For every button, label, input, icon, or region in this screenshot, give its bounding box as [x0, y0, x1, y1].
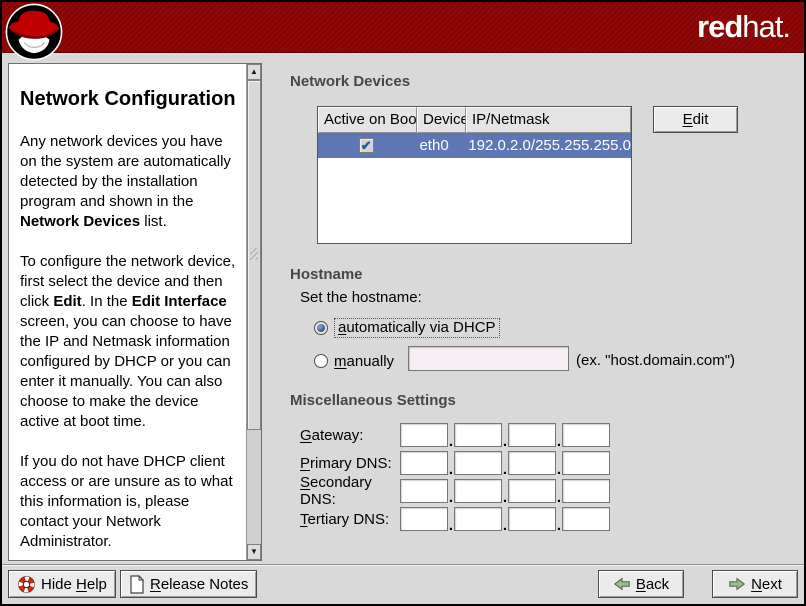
auto-dhcp-label[interactable]: automatically via DHCP: [334, 318, 500, 338]
edit-button-label: Edit: [683, 111, 709, 128]
help-title: Network Configuration: [20, 86, 237, 112]
document-icon: [129, 575, 145, 594]
scrollbar-up-arrow-icon[interactable]: ▲: [247, 64, 261, 80]
release-notes-button[interactable]: Release Notes: [120, 570, 257, 598]
table-row-eth0[interactable]: ✔ eth0 192.0.2.0/255.255.255.0: [318, 133, 631, 158]
primary-dns-octet-1[interactable]: [400, 451, 448, 475]
footer-separator: [2, 564, 804, 566]
next-label: Next: [751, 576, 782, 593]
help-text: Network Configuration Any network device…: [20, 76, 237, 559]
hostname-title: Hostname: [290, 266, 363, 283]
tertiary-dns-label: Tertiary DNS:: [300, 511, 400, 528]
next-arrow-icon: [728, 576, 746, 592]
tertiary-dns-octet-3[interactable]: [508, 507, 556, 531]
tertiary-dns-octet-1[interactable]: [400, 507, 448, 531]
radio-auto-dhcp[interactable]: [314, 321, 328, 335]
secondary-dns-octet-2[interactable]: [454, 479, 502, 503]
hostname-example-hint: (ex. "host.domain.com"): [576, 352, 735, 369]
installer-window: redhat. Network Configuration Any networ…: [0, 0, 806, 606]
back-label: Back: [636, 576, 669, 593]
redhat-shadowman-logo-icon: [5, 2, 63, 62]
secondary-dns-label: Secondary DNS:: [300, 474, 400, 508]
secondary-dns-octet-4[interactable]: [562, 479, 610, 503]
edit-button[interactable]: Edit: [653, 106, 738, 133]
primary-dns-row: Primary DNS: . . .: [300, 451, 610, 475]
secondary-dns-octet-1[interactable]: [400, 479, 448, 503]
gateway-row: Gateway: . . .: [300, 423, 610, 447]
help-paragraph: To configure the network device, first s…: [20, 252, 237, 432]
column-header-ip-netmask[interactable]: IP/Netmask: [466, 107, 631, 133]
wordmark-bold: red: [697, 9, 742, 44]
back-arrow-icon: [613, 576, 631, 592]
back-button[interactable]: Back: [598, 570, 684, 598]
device-cell: eth0: [414, 137, 462, 154]
hostname-input[interactable]: [408, 346, 569, 371]
scrollbar-grip-icon: [250, 248, 258, 260]
primary-dns-label: Primary DNS:: [300, 455, 400, 472]
release-notes-label: Release Notes: [150, 576, 248, 593]
primary-dns-octet-2[interactable]: [454, 451, 502, 475]
help-paragraph: Any network devices you have on the syst…: [20, 132, 237, 232]
active-on-boot-checkbox[interactable]: ✔: [359, 138, 374, 153]
radio-manual[interactable]: [314, 354, 328, 368]
scrollbar-down-arrow-icon[interactable]: ▼: [247, 544, 261, 560]
network-devices-title: Network Devices: [290, 73, 410, 90]
help-scrollbar[interactable]: ▲ ▼: [246, 64, 261, 560]
hostname-auto-option[interactable]: automatically via DHCP: [314, 318, 500, 338]
wordmark-thin: hat.: [742, 9, 790, 44]
redhat-wordmark: redhat.: [697, 9, 790, 45]
help-paragraph: If you do not have DHCP client access or…: [20, 452, 237, 552]
lifesaver-icon: [17, 575, 36, 594]
tertiary-dns-row: Tertiary DNS: . . .: [300, 507, 610, 531]
gateway-octet-1[interactable]: [400, 423, 448, 447]
gateway-octet-2[interactable]: [454, 423, 502, 447]
secondary-dns-row: Secondary DNS: . . .: [300, 479, 610, 503]
misc-settings-title: Miscellaneous Settings: [290, 392, 456, 409]
table-header-row: Active on Boot Device IP/Netmask: [318, 107, 631, 133]
scrollbar-thumb[interactable]: [247, 80, 261, 430]
hostname-manual-option[interactable]: manually: [314, 351, 394, 371]
active-on-boot-cell: ✔: [318, 138, 414, 153]
secondary-dns-octet-3[interactable]: [508, 479, 556, 503]
hide-help-button[interactable]: Hide Help: [8, 570, 116, 598]
gateway-label: Gateway:: [300, 427, 400, 444]
gateway-octet-4[interactable]: [562, 423, 610, 447]
help-panel: Network Configuration Any network device…: [8, 63, 262, 561]
help-paragraphs: Any network devices you have on the syst…: [20, 132, 237, 552]
checkmark-icon: ✔: [361, 139, 372, 152]
ip-netmask-cell: 192.0.2.0/255.255.255.0: [462, 137, 631, 154]
primary-dns-octet-4[interactable]: [562, 451, 610, 475]
header-bar: redhat.: [2, 2, 804, 53]
gateway-octet-3[interactable]: [508, 423, 556, 447]
next-button[interactable]: Next: [712, 570, 798, 598]
tertiary-dns-octet-4[interactable]: [562, 507, 610, 531]
primary-dns-octet-3[interactable]: [508, 451, 556, 475]
column-header-device[interactable]: Device: [417, 107, 466, 133]
network-devices-table[interactable]: Active on Boot Device IP/Netmask ✔ eth0 …: [317, 106, 632, 244]
manual-label[interactable]: manually: [334, 353, 394, 370]
set-hostname-label: Set the hostname:: [300, 289, 422, 306]
hide-help-label: Hide Help: [41, 576, 107, 593]
column-header-active-on-boot[interactable]: Active on Boot: [318, 107, 417, 133]
tertiary-dns-octet-2[interactable]: [454, 507, 502, 531]
